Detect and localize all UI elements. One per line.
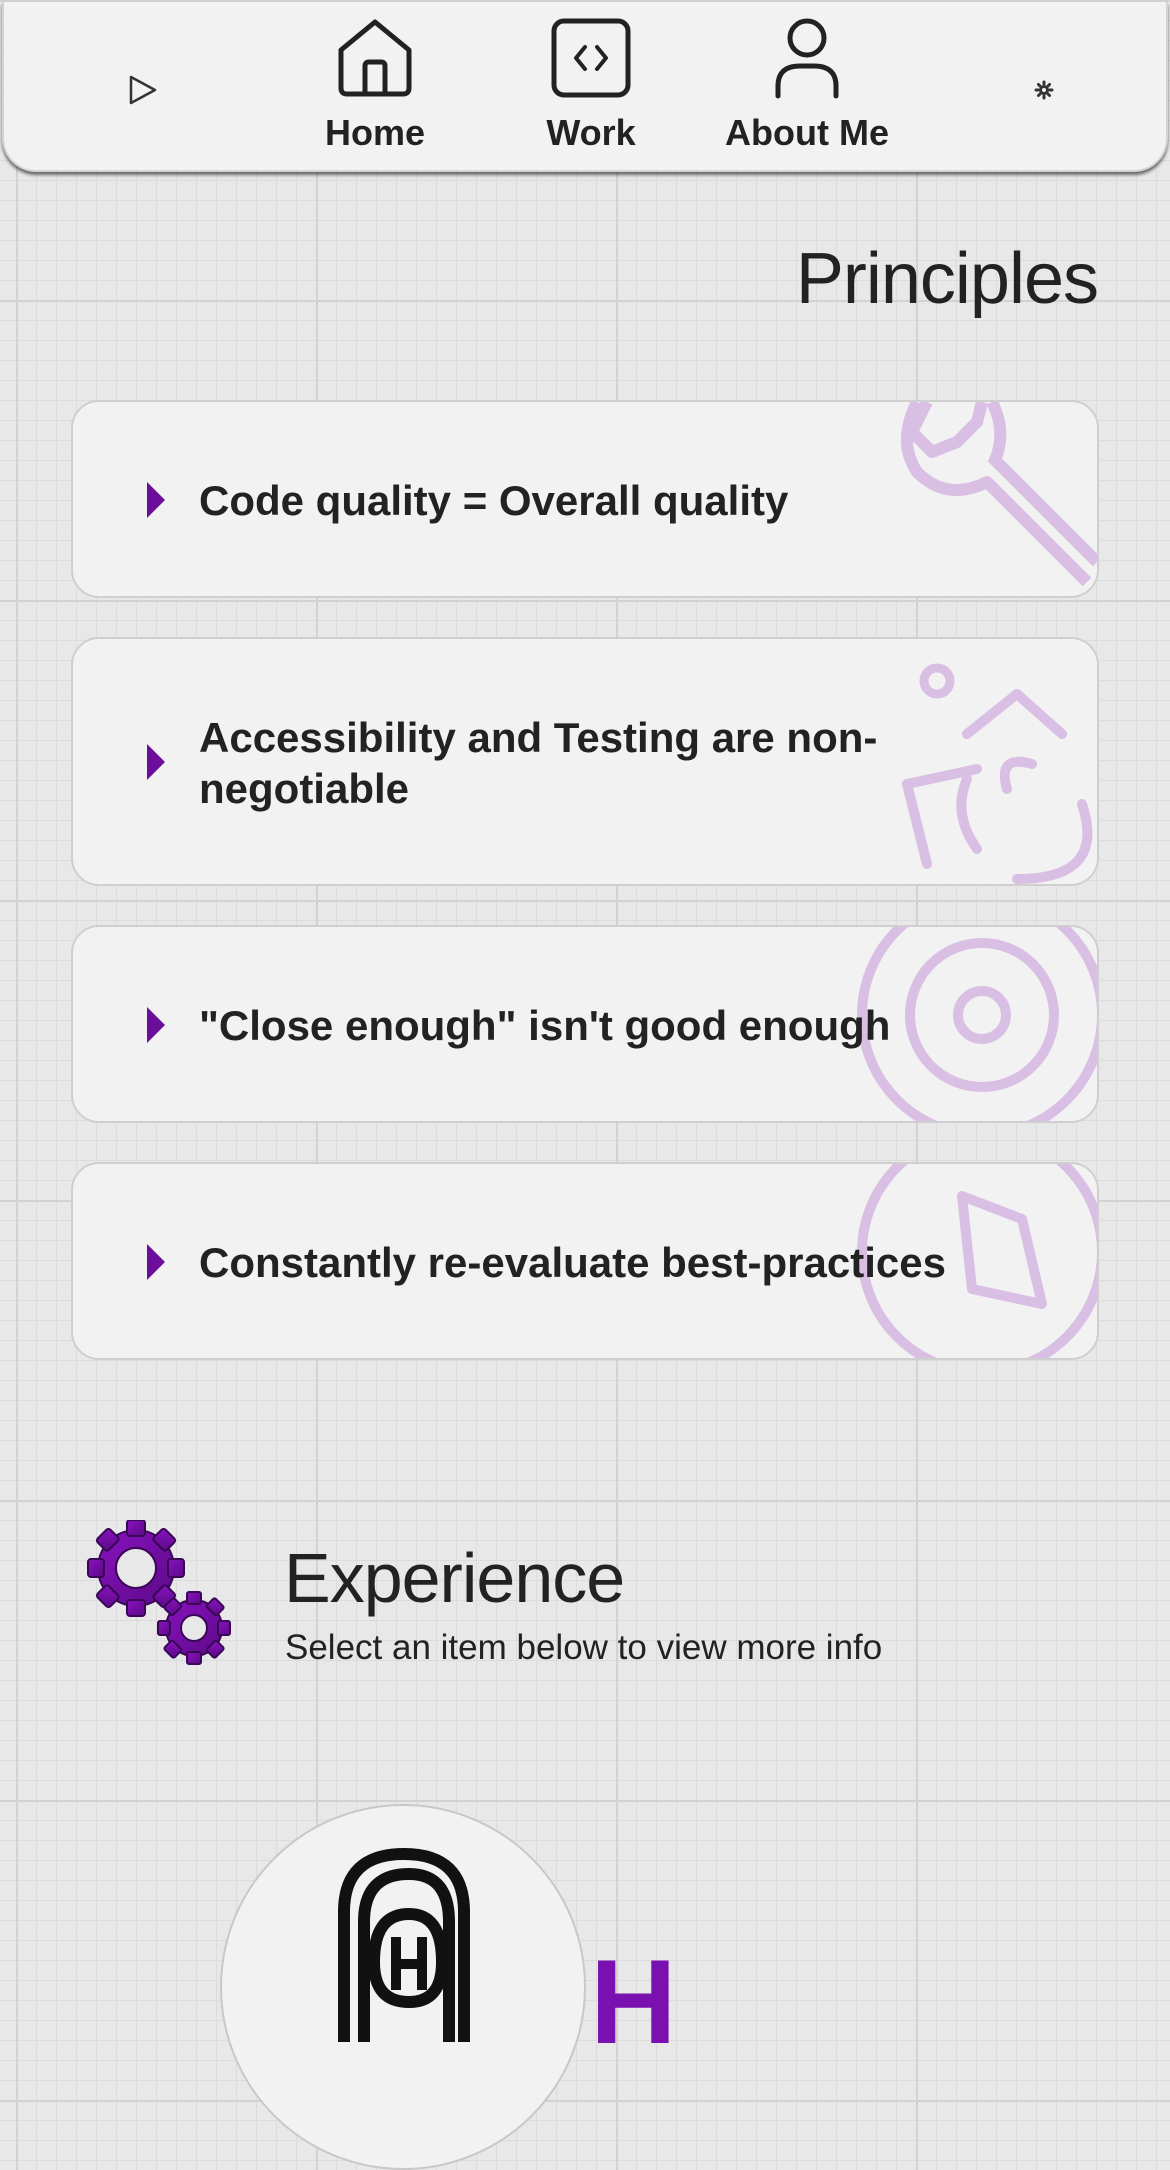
expand-arrow-icon — [147, 1244, 165, 1280]
nav-home[interactable]: Home — [315, 16, 435, 154]
principles-title: Principles — [795, 239, 1099, 319]
expand-arrow-icon — [147, 1007, 165, 1043]
nav-work[interactable]: Work — [531, 16, 651, 154]
house-icon — [338, 19, 412, 97]
principle-card-best-practices[interactable]: Constantly re-evaluate best-practices — [71, 1162, 1099, 1360]
principle-card-code-quality[interactable]: Code quality = Overall quality — [71, 400, 1099, 598]
experience-subtitle: Select an item below to view more info — [285, 1628, 883, 1667]
gear-icon[interactable] — [1032, 78, 1056, 102]
experience-item-label-partial: H — [590, 1935, 677, 2069]
top-navbar: Home Work About Me — [2, 2, 1168, 172]
experience-item-logo[interactable] — [220, 1804, 586, 2170]
nav-work-label: Work — [546, 112, 636, 153]
nav-home-label: Home — [324, 112, 426, 153]
gears-icon — [87, 1520, 231, 1665]
experience-title: Experience — [284, 1539, 625, 1617]
principle-card-close-enough[interactable]: "Close enough" isn't good enough — [71, 925, 1099, 1123]
nav-about-me[interactable]: About Me — [707, 16, 907, 154]
code-icon — [551, 18, 631, 98]
play-icon[interactable] — [122, 70, 162, 110]
principle-card-accessibility[interactable]: Accessibility and Testing are non-negoti… — [71, 637, 1099, 886]
nav-about-me-label: About Me — [725, 112, 889, 153]
principle-text: Constantly re-evaluate best-practices — [199, 1239, 946, 1286]
principle-text: Accessibility and Testing are non-negoti… — [199, 714, 878, 812]
expand-arrow-icon — [147, 744, 165, 780]
principle-text: Code quality = Overall quality — [199, 477, 789, 524]
principle-text: "Close enough" isn't good enough — [199, 1002, 891, 1049]
expand-arrow-icon — [147, 482, 165, 518]
person-icon — [775, 18, 839, 99]
company-logo-icon — [338, 1847, 470, 2042]
